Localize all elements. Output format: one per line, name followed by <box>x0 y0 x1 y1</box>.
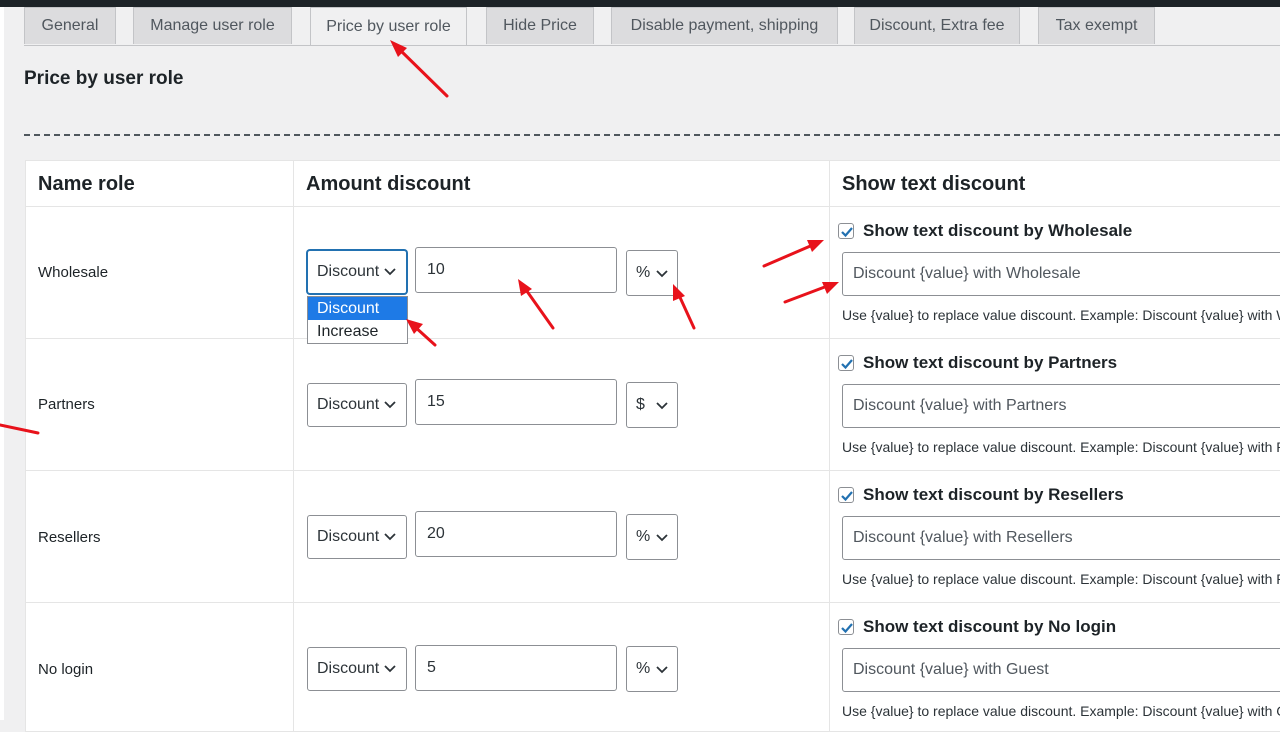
select-value: Discount <box>317 396 380 413</box>
chevron-down-icon <box>656 534 668 542</box>
checkmark-icon <box>841 623 853 634</box>
show-text-input[interactable]: Discount {value} with Resellers <box>842 516 1280 560</box>
select-value: % <box>636 264 651 281</box>
chevron-down-icon <box>656 402 668 410</box>
checkmark-icon <box>841 359 853 370</box>
discount-type-select[interactable]: Discount <box>307 250 407 294</box>
show-text-checkbox-row[interactable]: Show text discount by Partners <box>838 353 1117 373</box>
select-value: % <box>636 660 651 677</box>
row-divider <box>26 602 1280 603</box>
checkbox[interactable] <box>838 619 854 635</box>
checkbox[interactable] <box>838 355 854 371</box>
dropdown-option-increase[interactable]: Increase <box>308 320 407 343</box>
unit-select[interactable]: % <box>626 250 678 296</box>
show-text-checkbox-row[interactable]: Show text discount by Resellers <box>838 485 1124 505</box>
hint-text: Use {value} to replace value discount. E… <box>842 439 1280 455</box>
show-text-input[interactable]: Discount {value} with Guest <box>842 648 1280 692</box>
checkmark-icon <box>841 491 853 502</box>
checkbox[interactable] <box>838 223 854 239</box>
header-name-role: Name role <box>38 173 135 195</box>
amount-input[interactable]: 15 <box>415 379 617 425</box>
chevron-down-icon <box>384 401 396 409</box>
chevron-down-icon <box>656 270 668 278</box>
select-value: Discount <box>317 263 380 280</box>
page-title: Price by user role <box>24 68 184 89</box>
chevron-down-icon <box>384 533 396 541</box>
row-divider <box>26 206 1280 207</box>
column-divider <box>829 161 830 731</box>
select-value: % <box>636 528 651 545</box>
discount-type-select[interactable]: Discount <box>307 383 407 427</box>
tab-discount-extra-fee[interactable]: Discount, Extra fee <box>854 7 1020 44</box>
chevron-down-icon <box>384 665 396 673</box>
tab-price-by-user-role[interactable]: Price by user role <box>310 7 467 45</box>
left-edge <box>0 7 4 720</box>
tab-general[interactable]: General <box>24 7 116 44</box>
role-name: Resellers <box>38 529 101 546</box>
section-divider <box>24 134 1280 136</box>
amount-input[interactable]: 20 <box>415 511 617 557</box>
show-text-checkbox-row[interactable]: Show text discount by Wholesale <box>838 221 1132 241</box>
discount-type-select[interactable]: Discount <box>307 515 407 559</box>
checkbox[interactable] <box>838 487 854 503</box>
dropdown-option-discount[interactable]: Discount <box>308 297 407 320</box>
discount-type-select[interactable]: Discount <box>307 647 407 691</box>
role-name: Wholesale <box>38 264 109 281</box>
show-text-checkbox-row[interactable]: Show text discount by No login <box>838 617 1116 637</box>
row-divider <box>26 338 1280 339</box>
tab-manage-user-role[interactable]: Manage user role <box>133 7 292 44</box>
show-text-input[interactable]: Discount {value} with Partners <box>842 384 1280 428</box>
header-amount-discount: Amount discount <box>306 173 471 195</box>
discount-type-dropdown-list: Discount Increase <box>307 296 408 344</box>
show-text-input[interactable]: Discount {value} with Wholesale <box>842 252 1280 296</box>
amount-input[interactable]: 5 <box>415 645 617 691</box>
select-value: Discount <box>317 528 380 545</box>
unit-select[interactable]: % <box>626 514 678 560</box>
checkmark-icon <box>841 227 853 238</box>
tab-bar: General Manage user role Price by user r… <box>24 7 1280 46</box>
checkbox-label: Show text discount by Resellers <box>863 485 1124 504</box>
chevron-down-icon <box>384 268 396 276</box>
hint-text: Use {value} to replace value discount. E… <box>842 703 1280 719</box>
tab-hide-price[interactable]: Hide Price <box>486 7 594 44</box>
column-divider <box>293 161 294 731</box>
role-name: Partners <box>38 396 95 413</box>
tab-disable-payment-shipping[interactable]: Disable payment, shipping <box>611 7 838 44</box>
checkbox-label: Show text discount by Partners <box>863 353 1118 372</box>
row-divider <box>26 470 1280 471</box>
tab-tax-exempt[interactable]: Tax exempt <box>1038 7 1155 44</box>
select-value: Discount <box>317 660 380 677</box>
top-strip <box>0 0 1280 7</box>
unit-select[interactable]: % <box>626 646 678 692</box>
select-value: $ <box>636 396 645 413</box>
price-table: Name role Amount discount Show text disc… <box>25 160 1280 732</box>
header-show-text-discount: Show text discount <box>842 173 1026 195</box>
hint-text: Use {value} to replace value discount. E… <box>842 571 1280 587</box>
chevron-down-icon <box>656 666 668 674</box>
role-name: No login <box>38 661 94 678</box>
checkbox-label: Show text discount by Wholesale <box>863 221 1133 240</box>
amount-input[interactable]: 10 <box>415 247 617 293</box>
hint-text: Use {value} to replace value discount. E… <box>842 307 1280 323</box>
checkbox-label: Show text discount by No login <box>863 617 1117 636</box>
unit-select[interactable]: $ <box>626 382 678 428</box>
annotation-arrow <box>390 40 449 98</box>
